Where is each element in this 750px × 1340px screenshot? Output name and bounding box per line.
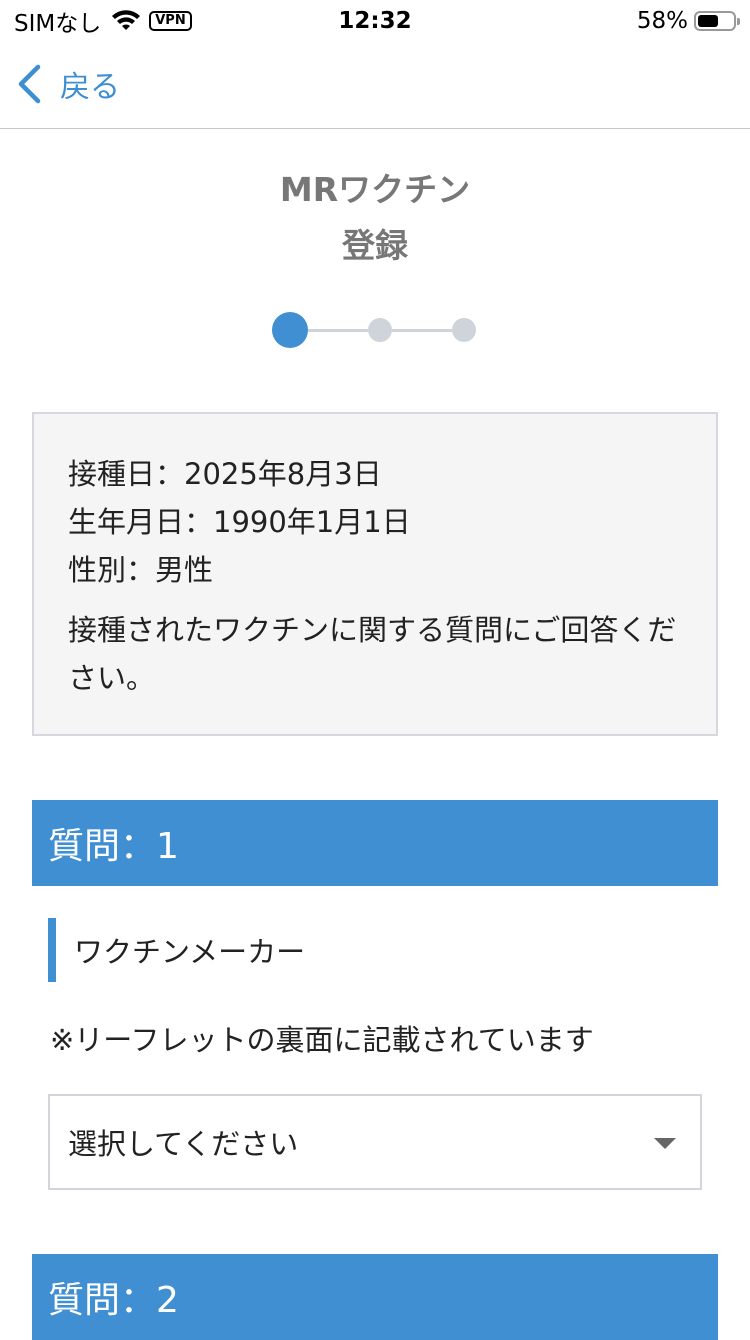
page-title: MRワクチン 登録 xyxy=(0,162,750,274)
stepper-connector xyxy=(392,329,452,332)
question-2-header: 質問：2 xyxy=(32,1254,718,1340)
back-button[interactable]: 戻る xyxy=(16,62,120,106)
question-1-title: 質問：1 xyxy=(48,826,179,867)
stepper-step-1 xyxy=(272,312,308,348)
sex: 性別：男性 xyxy=(68,553,214,587)
battery-icon xyxy=(694,11,740,31)
battery-fill xyxy=(698,15,718,27)
battery-nub xyxy=(737,18,740,25)
page-title-line1: MRワクチン xyxy=(279,170,471,209)
question-2-title: 質問：2 xyxy=(48,1280,179,1321)
chevron-left-icon xyxy=(18,64,41,104)
vaccination-date: 接種日：2025年8月3日 xyxy=(68,457,382,491)
status-bar: SIMなし VPN 12:32 58% xyxy=(0,0,750,42)
dropdown-arrow-icon xyxy=(654,1138,676,1149)
page-title-line2: 登録 xyxy=(342,226,408,265)
navigation-bar: 戻る xyxy=(0,42,750,129)
select-value: 選択してください xyxy=(68,1127,299,1161)
question-1-note: ※リーフレットの裏面に記載されています xyxy=(50,1023,594,1057)
stepper-connector xyxy=(308,329,368,332)
stepper-step-2 xyxy=(368,318,392,342)
vaccine-maker-select[interactable]: 選択してください xyxy=(48,1094,702,1190)
question-1-header: 質問：1 xyxy=(32,800,718,886)
birth-date: 生年月日：1990年1月1日 xyxy=(68,505,411,539)
status-bar-right: 58% xyxy=(636,6,740,36)
progress-stepper xyxy=(272,310,482,350)
battery-percent: 58% xyxy=(636,8,688,34)
registration-info-box: 接種日：2025年8月3日 生年月日：1990年1月1日 性別：男性 接種された… xyxy=(32,412,718,736)
back-label: 戻る xyxy=(60,70,120,105)
instruction-text: 接種されたワクチンに関する質問にご回答ください。 xyxy=(68,613,677,695)
stepper-step-3 xyxy=(452,318,476,342)
question-1-label-text: ワクチンメーカー xyxy=(74,935,306,969)
question-1-label: ワクチンメーカー xyxy=(48,918,305,982)
